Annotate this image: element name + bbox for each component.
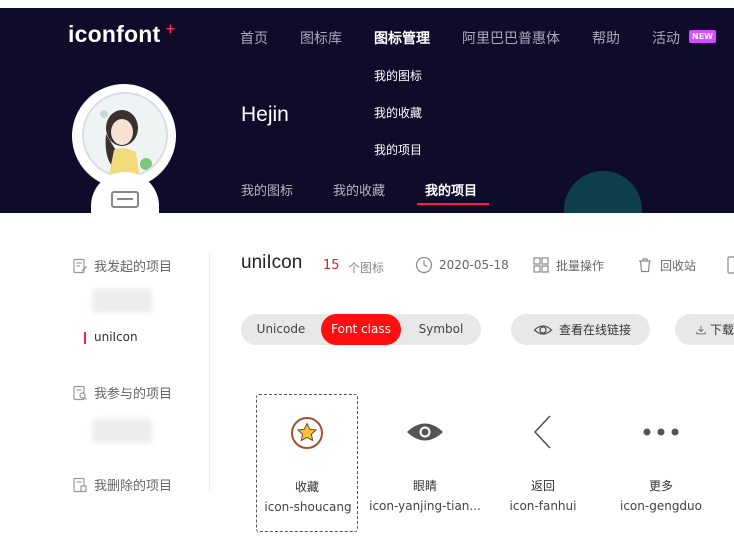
decorative-planet <box>564 171 642 213</box>
grid-icon <box>533 257 549 273</box>
download-icon <box>696 325 706 334</box>
icon-class-name: icon-shoucang <box>264 500 352 514</box>
trash-icon <box>639 258 651 273</box>
icon-card-fanhui[interactable]: 返回 icon-fanhui <box>492 394 594 532</box>
clock-icon <box>415 256 433 274</box>
profile-tab-my-icons[interactable]: 我的图标 <box>241 180 293 199</box>
download-button[interactable]: 下载 <box>675 314 734 345</box>
sidebar-created-label: 我发起的项目 <box>94 260 173 275</box>
new-badge: NEW <box>689 30 716 43</box>
sidebar-joined-projects[interactable]: 我参与的项目 <box>72 383 172 402</box>
icon-name: 更多 <box>648 479 673 493</box>
nav-help[interactable]: 帮助 <box>592 28 620 48</box>
format-symbol-tab[interactable]: Symbol <box>401 314 481 345</box>
icon-card-gengduo[interactable]: 更多 icon-gengduo <box>610 394 712 532</box>
sidebar-active-indicator <box>84 332 86 344</box>
sidebar-deleted-projects[interactable]: 我删除的项目 <box>72 475 172 494</box>
eye-icon <box>374 414 476 450</box>
icon-card-shoucang[interactable]: 收藏 icon-shoucang <box>256 394 358 532</box>
batch-operation-button[interactable]: 批量操作 <box>532 256 604 274</box>
icon-count: 15 <box>323 258 340 273</box>
more-options-icon[interactable] <box>726 256 734 278</box>
chevron-left-icon <box>492 414 594 450</box>
submenu-my-icons[interactable]: 我的图标 <box>374 67 422 84</box>
document-search-icon <box>73 385 87 400</box>
logo-plus-mark: + <box>165 22 176 37</box>
download-label: 下载 <box>709 323 734 337</box>
profile-tab-my-projects[interactable]: 我的项目 <box>425 180 477 199</box>
view-online-link-button[interactable]: 查看在线链接 <box>511 314 650 345</box>
submenu-my-favorites[interactable]: 我的收藏 <box>374 104 422 121</box>
icon-count-label: 个图标 <box>348 261 385 275</box>
nav-activity[interactable]: 活动 <box>652 28 680 48</box>
icon-name: 收藏 <box>294 480 319 494</box>
icon-name: 返回 <box>530 479 555 493</box>
view-online-link-label: 查看在线链接 <box>559 323 632 337</box>
sidebar-joined-label: 我参与的项目 <box>94 387 173 402</box>
blurred-project-name <box>92 289 152 313</box>
sidebar-deleted-label: 我删除的项目 <box>94 479 173 494</box>
document-icon <box>727 256 734 274</box>
project-date: 2020-05-18 <box>415 256 509 274</box>
project-date-text: 2020-05-18 <box>439 258 509 272</box>
sidebar-item-uniicon[interactable]: uniIcon <box>94 330 138 344</box>
blurred-project-name <box>92 419 152 443</box>
nav-icon-library[interactable]: 图标库 <box>300 28 342 48</box>
profile-username: Hejin <box>241 103 289 126</box>
star-circle-icon <box>257 415 357 451</box>
recycle-bin-button[interactable]: 回收站 <box>636 256 696 274</box>
avatar-robot-panel <box>111 191 139 208</box>
nav-alibaba-font[interactable]: 阿里巴巴普惠体 <box>462 28 560 48</box>
iconfont-logo[interactable]: iconfont <box>68 21 160 48</box>
sidebar-divider <box>209 252 210 492</box>
submenu-my-projects[interactable]: 我的项目 <box>374 141 422 158</box>
nav-icon-management[interactable]: 图标管理 <box>374 28 430 48</box>
recycle-bin-label: 回收站 <box>660 258 697 273</box>
icon-class-name: icon-yanjing-tian... <box>369 499 481 513</box>
more-dots-icon <box>610 414 712 450</box>
eye-outline-icon <box>533 324 553 335</box>
icon-name: 眼睛 <box>412 479 437 493</box>
icon-card-yanjing[interactable]: 眼睛 icon-yanjing-tian... <box>369 394 481 532</box>
avatar-portrait-icon <box>84 94 166 176</box>
nav-home[interactable]: 首页 <box>240 28 268 48</box>
active-tab-underline <box>417 203 489 205</box>
project-title: uniIcon <box>241 252 303 273</box>
icon-class-name: icon-fanhui <box>509 499 577 513</box>
format-fontclass-tab[interactable]: Font class <box>321 314 401 345</box>
profile-tab-my-favorites[interactable]: 我的收藏 <box>333 180 385 199</box>
avatar[interactable] <box>82 92 168 178</box>
format-switcher: Unicode Font class Symbol <box>241 314 481 345</box>
document-edit-icon <box>73 258 87 273</box>
document-trash-icon <box>73 477 87 492</box>
sidebar-created-projects[interactable]: 我发起的项目 <box>72 256 172 275</box>
format-unicode-tab[interactable]: Unicode <box>241 314 321 345</box>
icon-class-name: icon-gengduo <box>620 499 702 513</box>
batch-operation-label: 批量操作 <box>556 258 605 273</box>
